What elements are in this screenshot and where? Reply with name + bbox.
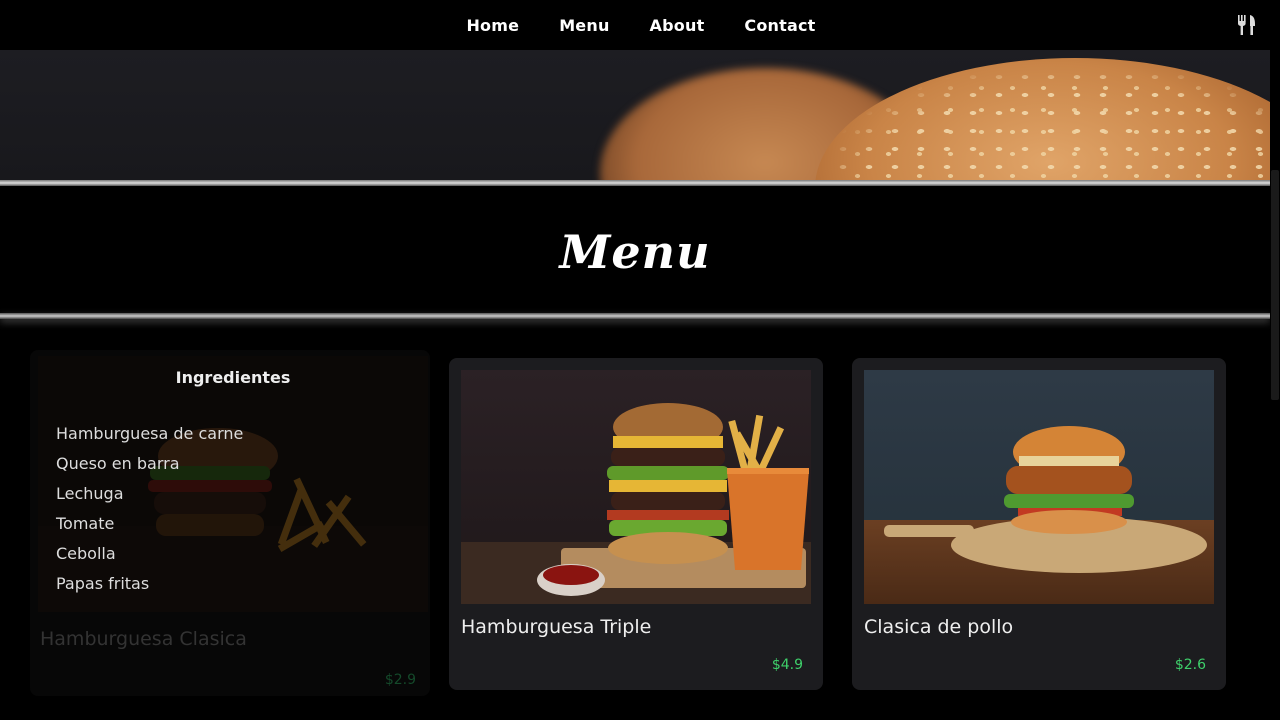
menu-card[interactable]: Clasica de pollo $2.6 [852,358,1226,690]
ingredient-item: Lechuga [56,484,124,503]
card-image: Ingredientes Hamburguesa de carne Queso … [38,356,428,612]
page-scrollbar[interactable] [1270,50,1280,720]
menu-card[interactable]: Ingredientes Hamburguesa de carne Queso … [30,350,430,696]
ingredient-item: Papas fritas [56,574,150,593]
ingredients-title: Ingredientes [175,368,291,387]
card-title: Hamburguesa Triple [461,616,652,638]
page-title: Menu [559,225,711,279]
nav-links: Home Menu About Contact [446,16,835,35]
ingredients-list: Hamburguesa de carne Queso en barra Lech… [56,422,243,602]
card-price: $2.6 [1174,657,1206,673]
card-title: Hamburguesa Clasica [40,628,247,650]
card-price: $4.9 [771,657,803,673]
fork-knife-icon[interactable] [1236,14,1258,36]
ingredient-item: Queso en barra [56,454,180,473]
nav-menu-link[interactable]: Menu [539,16,629,35]
nav-contact-link[interactable]: Contact [724,16,835,35]
scroll-thumb[interactable] [1271,170,1279,400]
title-band: Menu [0,186,1270,314]
ingredient-item: Cebolla [56,544,116,563]
divider-line [0,313,1270,319]
hero-banner [0,50,1270,184]
ingredient-item: Hamburguesa de carne [56,424,244,443]
card-image [864,370,1214,604]
ingredient-item: Tomate [56,514,115,533]
card-image [461,370,811,604]
nav-about-link[interactable]: About [630,16,725,35]
sesame-seeds [830,68,1270,184]
menu-card[interactable]: Hamburguesa Triple $4.9 [449,358,823,690]
top-navbar: Home Menu About Contact [0,0,1280,50]
nav-home-link[interactable]: Home [446,16,539,35]
card-title: Clasica de pollo [864,616,1014,638]
card-price: $2.9 [384,672,416,688]
